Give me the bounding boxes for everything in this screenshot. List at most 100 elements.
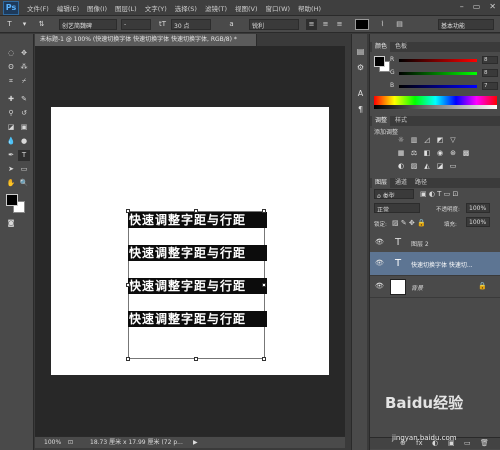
transform-handle[interactable] [262, 209, 266, 213]
menu-view[interactable]: 视图(V) [235, 3, 258, 13]
quick-mask-icon[interactable]: ◙ [5, 218, 17, 229]
status-icon[interactable]: ⊡ [68, 437, 73, 448]
new-layer-icon[interactable]: ▭ [464, 439, 471, 447]
transform-handle[interactable] [126, 283, 130, 287]
invert-icon[interactable]: ◐ [396, 162, 406, 171]
gradient-tool-icon[interactable]: ▣ [18, 122, 30, 133]
red-slider[interactable]: R 8 [390, 56, 498, 65]
move-tool-icon[interactable]: ✥ [18, 48, 30, 59]
menu-layer[interactable]: 图层(L) [115, 3, 137, 13]
gradient-map-icon[interactable]: ▭ [448, 162, 458, 171]
exposure-icon[interactable]: ◩ [435, 136, 445, 145]
close-button[interactable]: ✕ [489, 2, 496, 11]
tab-adjustments[interactable]: 调整 [372, 116, 391, 126]
color-balance-icon[interactable]: ⚖ [409, 149, 419, 158]
layer-row[interactable]: 👁 背景 🔒 [370, 276, 500, 298]
type-tool-preset-icon[interactable]: T [4, 19, 15, 30]
magic-wand-icon[interactable]: ⁂ [18, 62, 30, 73]
blur-tool-icon[interactable]: 💧 [5, 136, 17, 147]
text-line[interactable]: 快速调整字距与行距 [128, 311, 267, 327]
layer-row[interactable]: 👁 T 图层 2 [370, 232, 500, 254]
hand-tool-icon[interactable]: ✋ [5, 178, 17, 189]
hue-saturation-icon[interactable]: ▦ [396, 149, 406, 158]
eraser-icon[interactable]: ◪ [5, 122, 17, 133]
history-icon[interactable]: ▤ [355, 46, 366, 57]
transform-handle[interactable] [126, 357, 130, 361]
visibility-eye-icon[interactable]: 👁 [375, 282, 384, 290]
tab-layers[interactable]: 图层 [372, 178, 391, 188]
menu-filter[interactable]: 滤镜(T) [205, 3, 227, 13]
red-value[interactable]: 8 [482, 56, 498, 64]
opacity-field[interactable]: 100% [466, 203, 490, 213]
grayscale-ramp[interactable] [374, 105, 497, 109]
antialias-select[interactable]: 锐利 [249, 19, 299, 30]
lasso-tool-icon[interactable]: ʘ [5, 62, 17, 73]
zoom-level[interactable]: 100% [44, 437, 61, 448]
black-white-icon[interactable]: ◧ [422, 149, 432, 158]
character-icon[interactable]: A [355, 88, 366, 99]
align-center-icon[interactable]: ≡ [320, 19, 331, 30]
dodge-tool-icon[interactable]: ● [18, 136, 30, 147]
chevron-down-icon[interactable]: ▾ [19, 19, 30, 30]
pen-tool-icon[interactable]: ✒ [5, 150, 17, 161]
transform-handle[interactable] [126, 209, 130, 213]
menu-type[interactable]: 文字(Y) [145, 3, 167, 13]
text-color-swatch[interactable] [355, 19, 369, 30]
posterize-icon[interactable]: ▨ [409, 162, 419, 171]
channel-mixer-icon[interactable]: ⊛ [448, 149, 458, 158]
color-lookup-icon[interactable]: ▩ [461, 149, 471, 158]
properties-icon[interactable]: ⚙ [355, 62, 366, 73]
font-family-select[interactable]: 创艺简魏碑 [59, 19, 117, 30]
menu-edit[interactable]: 编辑(E) [57, 3, 79, 13]
path-selection-icon[interactable]: ➤ [5, 164, 17, 175]
transform-handle[interactable] [194, 209, 198, 213]
align-right-icon[interactable]: ≡ [334, 19, 345, 30]
trash-icon[interactable]: 🗑 [480, 439, 489, 447]
visibility-eye-icon[interactable]: 👁 [375, 238, 384, 246]
fill-field[interactable]: 100% [466, 217, 490, 227]
crop-tool-icon[interactable]: ⌗ [5, 76, 17, 87]
maximize-button[interactable]: ▭ [473, 2, 481, 11]
layer-row[interactable]: 👁 T 快速切换字体 快速切... [370, 252, 500, 276]
healing-brush-icon[interactable]: ✚ [5, 94, 17, 105]
tab-channels[interactable]: 通道 [392, 178, 410, 188]
menu-help[interactable]: 帮助(H) [298, 3, 321, 13]
orientation-toggle-icon[interactable]: ⇅ [36, 19, 47, 30]
text-line[interactable]: 快速调整字距与行距 [128, 278, 267, 294]
layer-filter-icons[interactable]: ▣ ◐ T ▭ ⊡ [420, 190, 458, 198]
menu-select[interactable]: 选择(S) [175, 3, 197, 13]
history-brush-icon[interactable]: ↺ [18, 108, 30, 119]
vibrance-icon[interactable]: ▽ [448, 136, 458, 145]
tab-color[interactable]: 颜色 [372, 42, 391, 52]
layer-name[interactable]: 快速切换字体 快速切... [411, 260, 497, 269]
green-value[interactable]: 8 [482, 69, 498, 77]
tab-swatches[interactable]: 色板 [392, 42, 410, 52]
blend-mode-select[interactable]: 正常 [374, 203, 420, 213]
text-line[interactable]: 快速调整字距与行距 [128, 245, 267, 261]
transform-handle[interactable] [262, 283, 266, 287]
menu-image[interactable]: 图像(I) [87, 3, 107, 13]
menu-window[interactable]: 窗口(W) [266, 3, 291, 13]
transform-handle[interactable] [194, 357, 198, 361]
status-menu-arrow[interactable]: ▶ [193, 437, 198, 448]
menu-file[interactable]: 文件(F) [27, 3, 49, 13]
threshold-icon[interactable]: ◭ [422, 162, 432, 171]
eyedropper-icon[interactable]: ⌿ [18, 76, 30, 87]
font-style-select[interactable]: - [121, 19, 151, 30]
brightness-icon[interactable]: ☼ [396, 136, 406, 145]
document-tab[interactable]: 未标题-1 @ 100% (快速切换字体 快速切换字体 快速切换字体, RGB/… [35, 34, 257, 46]
fg-color-chip[interactable] [374, 56, 385, 67]
zoom-tool-icon[interactable]: 🔍 [18, 178, 30, 189]
color-spectrum[interactable] [374, 96, 497, 105]
green-slider[interactable]: G 8 [390, 69, 498, 78]
paragraph-icon[interactable]: ¶ [355, 104, 366, 115]
blue-slider[interactable]: B 7 [390, 82, 498, 91]
tab-styles[interactable]: 样式 [392, 116, 410, 126]
warp-text-icon[interactable]: ⌇ [377, 19, 388, 30]
curves-icon[interactable]: ◿ [422, 136, 432, 145]
levels-icon[interactable]: ▥ [409, 136, 419, 145]
workspace-select[interactable]: 基本功能 [438, 19, 494, 30]
minimize-button[interactable]: – [460, 2, 464, 11]
transform-handle[interactable] [262, 357, 266, 361]
foreground-color-swatch[interactable] [6, 194, 18, 206]
